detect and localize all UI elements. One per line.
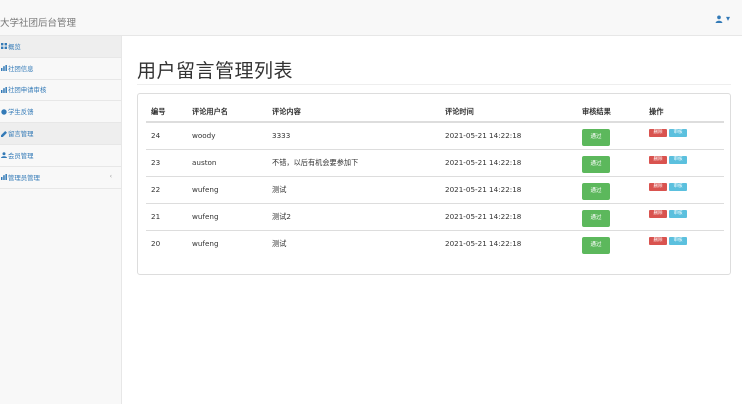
cell-review-result: 通过 — [577, 175, 644, 203]
sidebar-item-member-management[interactable]: 会员管理 — [0, 145, 121, 167]
cell-actions: 删除 审核 — [644, 202, 724, 230]
column-header-username: 评论用户名 — [187, 102, 267, 123]
cell-content: 测试 — [267, 175, 440, 203]
user-menu[interactable]: ▾ — [715, 14, 730, 23]
cell-review-result: 通过 — [577, 202, 644, 230]
top-navbar: 大学社团后台管理 ▾ — [0, 0, 742, 36]
circle-icon — [0, 109, 7, 115]
pass-button[interactable]: 通过 — [582, 210, 610, 227]
cell-time: 2021-05-21 14:22:18 — [440, 175, 577, 203]
cell-id: 21 — [146, 202, 187, 230]
sidebar-item-label: 社团信息 — [8, 64, 34, 73]
bar-chart-icon — [0, 65, 7, 72]
delete-button[interactable]: 删除 — [649, 128, 667, 137]
sidebar-item-club-info[interactable]: 社团信息 — [0, 58, 121, 80]
table-row: 24 woody 3333 2021-05-21 14:22:18 通过 删除审… — [146, 122, 724, 149]
edit-icon — [0, 130, 7, 137]
sidebar: 概览 社团信息 社团申请审核 学生反馈 留言管理 会员管理 管理员管理 ‹ — [0, 36, 122, 404]
cell-actions: 删除 审核 — [644, 148, 724, 176]
sidebar-item-admin-management[interactable]: 管理员管理 ‹ — [0, 167, 121, 189]
pass-button[interactable]: 通过 — [582, 156, 610, 173]
chevron-down-icon: ▾ — [725, 14, 730, 23]
table-row: 21 wufeng 测试2 2021-05-21 14:22:18 通过 删除审… — [146, 202, 724, 230]
sidebar-item-overview[interactable]: 概览 — [0, 36, 121, 58]
sidebar-item-label: 社团申请审核 — [8, 86, 47, 95]
cell-time: 2021-05-21 14:22:18 — [445, 131, 522, 141]
pass-button[interactable]: 通过 — [582, 129, 610, 147]
audit-button[interactable]: 审核 — [669, 236, 687, 245]
audit-button[interactable]: 审核 — [669, 155, 687, 164]
audit-button[interactable]: 审核 — [669, 182, 687, 191]
title-divider — [137, 84, 731, 85]
message-table: 编号 评论用户名 评论内容 评论时间 审核结果 操作 24 woody 3333… — [146, 102, 724, 257]
pass-button[interactable]: 通过 — [582, 183, 610, 200]
cell-content: 不错，以后有机会要参加下 — [267, 148, 440, 176]
cell-actions: 删除 审核 — [644, 175, 724, 203]
cell-time: 2021-05-21 14:22:18 — [440, 202, 577, 230]
cell-review-result: 通过 — [577, 148, 644, 176]
sidebar-item-club-application[interactable]: 社团申请审核 — [0, 80, 121, 102]
sidebar-item-label: 概览 — [8, 42, 21, 51]
table-row: 20 wufeng 测试 2021-05-21 14:22:18 通过 删除 审核 — [146, 229, 724, 257]
cell-username: wufeng — [187, 175, 267, 203]
table-row: 22 wufeng 测试 2021-05-21 14:22:18 通过 删除 审核 — [146, 175, 724, 203]
sidebar-item-label: 管理员管理 — [8, 173, 40, 182]
delete-button[interactable]: 删除 — [649, 182, 667, 191]
dashboard-icon — [0, 43, 7, 50]
pass-button[interactable]: 通过 — [582, 237, 610, 255]
cell-username: auston — [187, 148, 267, 176]
chevron-left-icon[interactable]: ‹ — [110, 173, 112, 180]
user-icon — [715, 15, 723, 23]
cell-content: 3333 — [272, 131, 291, 141]
sidebar-item-label: 留言管理 — [8, 130, 34, 139]
sidebar-item-label: 会员管理 — [8, 151, 34, 160]
main-content: 用户留言管理列表 编号 评论用户名 评论内容 评论时间 审核结果 操作 24 w… — [122, 36, 742, 404]
sidebar-item-message-management[interactable]: 留言管理 — [0, 123, 121, 145]
cell-id: 22 — [146, 175, 187, 203]
delete-button[interactable]: 删除 — [649, 155, 667, 164]
user-icon — [0, 152, 7, 159]
cell-id: 23 — [146, 148, 187, 176]
audit-button[interactable]: 审核 — [669, 128, 687, 137]
cell-id: 20 — [146, 229, 187, 257]
cell-id: 24 — [151, 131, 161, 141]
column-header-time: 评论时间 — [440, 102, 577, 123]
audit-button[interactable]: 审核 — [669, 209, 687, 218]
cell-username: woody — [192, 131, 216, 141]
cell-username: wufeng — [187, 229, 267, 257]
cell-review-result: 通过 — [577, 229, 644, 257]
table-header-row: 编号 评论用户名 评论内容 评论时间 审核结果 操作 — [146, 102, 724, 123]
column-header-id: 编号 — [146, 102, 187, 123]
table-row: 23 auston 不错，以后有机会要参加下 2021-05-21 14:22:… — [146, 148, 724, 176]
cell-content: 测试 — [267, 229, 440, 257]
delete-button[interactable]: 删除 — [649, 236, 667, 245]
bar-chart-icon — [0, 174, 7, 181]
column-header-content: 评论内容 — [267, 102, 440, 123]
sidebar-item-student-feedback[interactable]: 学生反馈 — [0, 101, 121, 124]
delete-button[interactable]: 删除 — [649, 209, 667, 218]
cell-time: 2021-05-21 14:22:18 — [440, 229, 577, 257]
page-title: 用户留言管理列表 — [137, 60, 294, 82]
cell-time: 2021-05-21 14:22:18 — [440, 148, 577, 176]
cell-username: wufeng — [187, 202, 267, 230]
bar-chart-icon — [0, 86, 7, 93]
sidebar-item-label: 学生反馈 — [8, 108, 34, 117]
cell-actions: 删除 审核 — [644, 229, 724, 257]
column-header-actions: 操作 — [644, 102, 724, 123]
cell-actions: 删除 审核 — [644, 122, 724, 149]
cell-content: 测试2 — [267, 202, 440, 230]
message-table-panel: 编号 评论用户名 评论内容 评论时间 审核结果 操作 24 woody 3333… — [137, 93, 731, 275]
cell-review-result: 通过 — [577, 122, 644, 149]
brand-title[interactable]: 大学社团后台管理 — [0, 15, 76, 29]
column-header-review-result: 审核结果 — [577, 102, 644, 123]
